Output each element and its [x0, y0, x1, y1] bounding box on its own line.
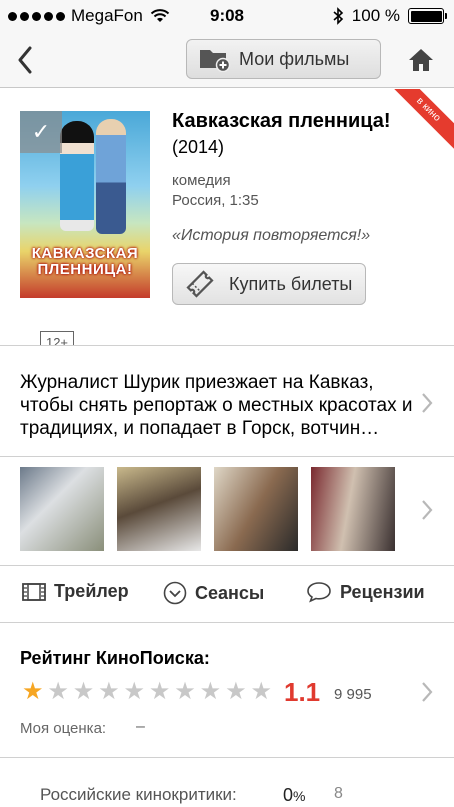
critics-label: Российские кинокритики:: [40, 785, 237, 804]
movie-info: Кавказская пленница! (2014) комедия Росс…: [172, 109, 432, 245]
movie-country-duration: Россия, 1:35: [172, 192, 259, 209]
my-rating-label: Моя оценка:: [20, 720, 107, 737]
ticket-icon: [186, 270, 214, 298]
star-icon[interactable]: ★: [71, 679, 96, 704]
movie-header: КАВКАЗСКАЯ ПЛЕННИЦА! ✓ 12+ Кавказская пл…: [0, 89, 454, 346]
star-icon[interactable]: ★: [122, 679, 147, 704]
check-icon[interactable]: ✓: [20, 111, 62, 153]
trailer-label: Трейлер: [54, 581, 129, 601]
sessions-label: Сеансы: [195, 582, 265, 603]
critics-percent: 0%: [283, 785, 305, 806]
rating-score: 1.1: [284, 677, 321, 707]
movie-tagline: «История повторяется!»: [172, 227, 371, 244]
reviews-label: Рецензии: [340, 581, 425, 602]
critics-row[interactable]: Российские кинокритики: 0% 8: [0, 759, 454, 807]
poster-figure-woman: [60, 121, 94, 231]
still-thumbnail[interactable]: [20, 467, 104, 551]
star-icon[interactable]: ★: [223, 679, 248, 704]
poster-title: КАВКАЗСКАЯ ПЛЕННИЦА!: [31, 245, 139, 278]
poster-figure-man: [96, 119, 126, 234]
chevron-right-icon: [422, 682, 433, 702]
star-icon[interactable]: ★: [147, 679, 172, 704]
rating-votes: 9 995: [334, 686, 372, 703]
still-thumbnail[interactable]: [117, 467, 201, 551]
poster-image: КАВКАЗСКАЯ ПЛЕННИЦА! ✓: [20, 111, 150, 298]
battery-icon: [408, 8, 447, 24]
reviews-button[interactable]: Рецензии: [306, 581, 425, 603]
buy-tickets-button[interactable]: Купить билеты: [172, 263, 366, 305]
age-rating-badge: 12+: [40, 331, 74, 345]
rating-stars[interactable]: ★ ★ ★ ★ ★ ★ ★ ★ ★ ★: [20, 679, 274, 704]
film-strip-icon: [22, 582, 46, 601]
critics-percent-sign: %: [293, 788, 306, 804]
my-films-label: Мои фильмы: [239, 48, 350, 69]
star-icon[interactable]: ★: [45, 679, 70, 704]
star-icon[interactable]: ★: [172, 679, 197, 704]
stills-gallery[interactable]: [0, 458, 454, 566]
speech-bubble-icon: [307, 582, 331, 603]
my-rating-value[interactable]: –: [136, 718, 145, 736]
back-button[interactable]: [8, 40, 42, 80]
bluetooth-icon: [333, 7, 343, 25]
navigation-bar: Мои фильмы: [0, 32, 454, 88]
folder-add-icon: [200, 50, 231, 72]
star-icon[interactable]: ★: [198, 679, 223, 704]
movie-title: Кавказская пленница!: [172, 110, 391, 132]
rating-heading: Рейтинг КиноПоиска:: [20, 648, 210, 668]
still-thumbnail[interactable]: [311, 467, 395, 551]
critics-percent-value: 0: [283, 785, 294, 805]
rating-section[interactable]: Рейтинг КиноПоиска: ★ ★ ★ ★ ★ ★ ★ ★ ★ ★ 1.1 9 995…: [0, 624, 454, 758]
star-icon[interactable]: ★: [96, 679, 121, 704]
star-icon[interactable]: ★: [249, 679, 274, 704]
still-thumbnail[interactable]: [214, 467, 298, 551]
description-text: Журналист Шурик приезжает на Кавказ, что…: [20, 372, 413, 439]
star-icon[interactable]: ★: [20, 679, 45, 704]
movie-year: (2014): [172, 137, 225, 157]
clock-chevron-icon: [163, 581, 187, 605]
movie-genre: комедия: [172, 172, 231, 189]
chevron-right-icon: [422, 500, 433, 520]
in-cinema-ribbon-label: в кино: [394, 89, 454, 149]
my-films-button[interactable]: Мои фильмы: [186, 39, 381, 79]
battery-percent: 100 %: [351, 6, 400, 25]
buy-tickets-label: Купить билеты: [229, 273, 353, 294]
action-bar: Трейлер Сеансы Рецензии: [0, 567, 454, 623]
trailer-button[interactable]: Трейлер: [22, 581, 129, 602]
sessions-button[interactable]: Сеансы: [163, 581, 264, 605]
in-cinema-ribbon: в кино: [394, 89, 454, 149]
status-right: 100 %: [332, 6, 447, 26]
chevron-left-icon: [18, 46, 32, 74]
poster[interactable]: КАВКАЗСКАЯ ПЛЕННИЦА! ✓ 12+: [20, 111, 150, 345]
status-bar: MegaFon 9:08 100 %: [0, 0, 454, 32]
home-icon[interactable]: [406, 45, 436, 75]
description-row[interactable]: Журналист Шурик приезжает на Кавказ, что…: [0, 347, 454, 457]
chevron-right-icon: [422, 393, 433, 413]
critics-count: 8: [334, 785, 343, 802]
